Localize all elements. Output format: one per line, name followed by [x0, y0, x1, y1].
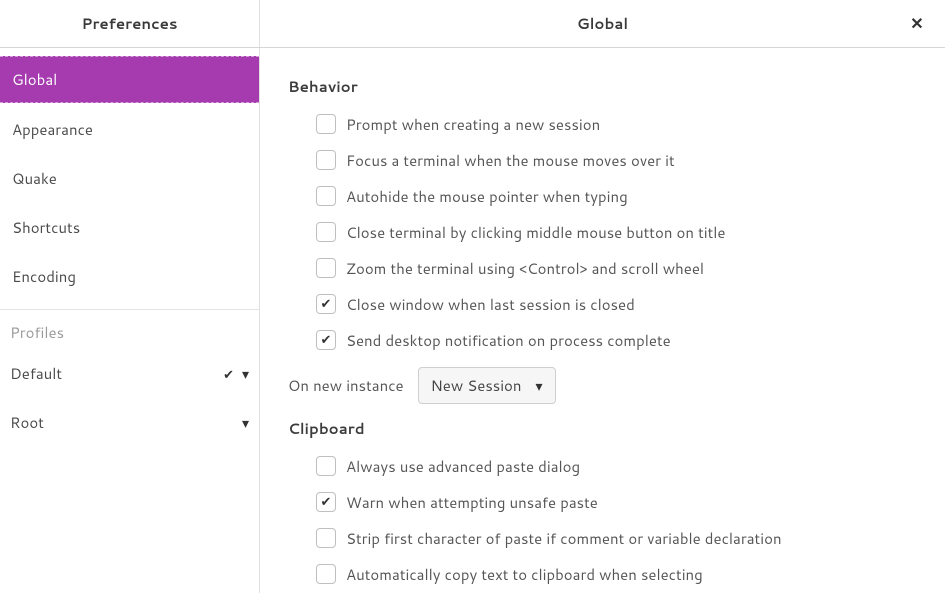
opt-advanced-paste-dialog[interactable]: Always use advanced paste dialog [316, 449, 917, 483]
opt-label: Close terminal by clicking middle mouse … [346, 222, 726, 243]
clipboard-title: Clipboard [288, 418, 917, 439]
opt-label: Strip first character of paste if commen… [346, 528, 782, 549]
profiles-header: Profiles [0, 309, 259, 349]
chevron-down-icon[interactable] [242, 363, 249, 384]
checkbox[interactable] [316, 258, 336, 278]
profile-label: Root [10, 412, 44, 433]
checkbox[interactable] [316, 564, 336, 584]
behavior-title: Behavior [288, 76, 917, 97]
select-value: New Session [431, 375, 522, 396]
chevron-down-icon [536, 375, 543, 396]
behavior-group: Prompt when creating a new session Focus… [288, 107, 917, 410]
opt-auto-copy-on-select[interactable]: Automatically copy text to clipboard whe… [316, 557, 917, 591]
opt-label: Close window when last session is closed [346, 294, 635, 315]
panel-title: Global [577, 13, 628, 34]
on-new-instance-select[interactable]: New Session [418, 367, 556, 404]
profile-item-root[interactable]: Root [0, 398, 259, 447]
profile-item-default[interactable]: Default [0, 349, 259, 398]
sidebar-title: Preferences [0, 0, 260, 47]
close-icon: ✕ [910, 12, 923, 35]
profiles-header-label: Profiles [10, 322, 64, 343]
profile-icons [223, 363, 249, 384]
profile-label: Default [10, 363, 62, 384]
panel-title-area: Global ✕ [260, 0, 945, 47]
opt-label: Always use advanced paste dialog [346, 456, 580, 477]
checkbox[interactable] [316, 528, 336, 548]
title-bar: Preferences Global ✕ [0, 0, 945, 48]
on-new-instance-label: On new instance [288, 375, 404, 396]
checkbox[interactable] [316, 186, 336, 206]
opt-label: Autohide the mouse pointer when typing [346, 186, 628, 207]
sidebar-item-shortcuts[interactable]: Shortcuts [0, 205, 259, 250]
opt-label: Focus a terminal when the mouse moves ov… [346, 150, 675, 171]
sidebar-item-appearance[interactable]: Appearance [0, 107, 259, 152]
opt-label: Send desktop notification on process com… [346, 330, 671, 351]
checkbox[interactable] [316, 222, 336, 242]
chevron-down-icon[interactable] [242, 412, 249, 433]
check-icon [223, 363, 234, 384]
checkbox[interactable] [316, 114, 336, 134]
opt-label: Prompt when creating a new session [346, 114, 600, 135]
opt-label: Warn when attempting unsafe paste [346, 492, 598, 513]
sidebar-item-global[interactable]: Global [0, 56, 259, 103]
sidebar-item-label: Appearance [12, 119, 93, 140]
opt-label: Zoom the terminal using <Control> and sc… [346, 258, 704, 279]
opt-strip-first-char[interactable]: Strip first character of paste if commen… [316, 521, 917, 555]
sidebar: Global Appearance Quake Shortcuts Encodi… [0, 48, 260, 593]
sidebar-item-label: Encoding [12, 266, 76, 287]
preferences-title: Preferences [81, 13, 177, 34]
profile-icons [242, 412, 249, 433]
opt-middle-click-close[interactable]: Close terminal by clicking middle mouse … [316, 215, 917, 249]
sidebar-item-label: Global [12, 69, 57, 90]
on-new-instance-row: On new instance New Session [288, 367, 917, 404]
sidebar-item-label: Quake [12, 168, 57, 189]
opt-close-window-last-session[interactable]: Close window when last session is closed [316, 287, 917, 321]
opt-warn-unsafe-paste[interactable]: Warn when attempting unsafe paste [316, 485, 917, 519]
opt-label: Automatically copy text to clipboard whe… [346, 564, 703, 585]
opt-focus-on-hover[interactable]: Focus a terminal when the mouse moves ov… [316, 143, 917, 177]
checkbox[interactable] [316, 294, 336, 314]
opt-ctrl-scroll-zoom[interactable]: Zoom the terminal using <Control> and sc… [316, 251, 917, 285]
sidebar-item-label: Shortcuts [12, 217, 80, 238]
checkbox[interactable] [316, 492, 336, 512]
content-panel: Behavior Prompt when creating a new sess… [260, 48, 945, 593]
body: Global Appearance Quake Shortcuts Encodi… [0, 48, 945, 593]
opt-autohide-pointer[interactable]: Autohide the mouse pointer when typing [316, 179, 917, 213]
opt-desktop-notification[interactable]: Send desktop notification on process com… [316, 323, 917, 357]
clipboard-group: Always use advanced paste dialog Warn wh… [288, 449, 917, 591]
checkbox[interactable] [316, 456, 336, 476]
checkbox[interactable] [316, 330, 336, 350]
sidebar-item-encoding[interactable]: Encoding [0, 254, 259, 299]
opt-prompt-new-session[interactable]: Prompt when creating a new session [316, 107, 917, 141]
checkbox[interactable] [316, 150, 336, 170]
close-button[interactable]: ✕ [905, 12, 929, 36]
sidebar-item-quake[interactable]: Quake [0, 156, 259, 201]
